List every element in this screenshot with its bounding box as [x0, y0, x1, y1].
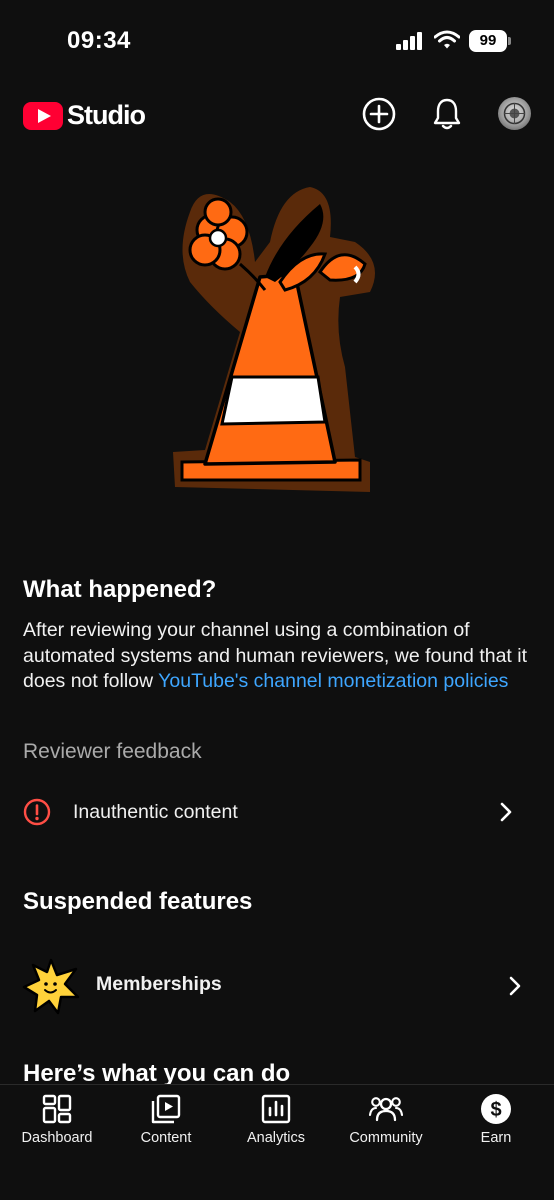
chevron-right-icon — [509, 976, 521, 996]
what-happened-body: After reviewing your channel using a com… — [23, 618, 533, 695]
membership-star-icon — [22, 958, 80, 1015]
community-icon — [368, 1097, 404, 1122]
nav-community-label: Community — [349, 1130, 423, 1146]
nav-content-label: Content — [140, 1130, 192, 1146]
status-bar: 09:34 99 — [0, 0, 554, 80]
channel-avatar[interactable] — [498, 97, 531, 130]
bottom-navigation: Dashboard Content Analytics Community $ — [0, 1084, 554, 1200]
traffic-cone-illustration — [173, 187, 375, 492]
cellular-signal-icon — [396, 32, 422, 50]
create-plus-icon[interactable] — [361, 96, 397, 132]
youtube-play-icon — [23, 101, 63, 130]
memberships-row[interactable]: Memberships — [0, 955, 554, 1017]
earn-icon: $ — [481, 1094, 511, 1124]
reviewer-feedback-heading: Reviewer feedback — [23, 740, 202, 763]
chevron-right-icon — [500, 802, 512, 822]
status-time: 09:34 — [67, 27, 131, 54]
svg-text:$: $ — [490, 1099, 501, 1121]
nav-dashboard-label: Dashboard — [21, 1130, 93, 1146]
avatar-emblem-icon — [503, 102, 526, 125]
nav-earn-label: Earn — [480, 1130, 512, 1146]
app-header: Studio — [0, 90, 554, 140]
battery-tip — [508, 37, 511, 45]
nav-earn[interactable]: $ Earn — [446, 1093, 546, 1146]
suspended-features-title: Suspended features — [23, 888, 253, 915]
reviewer-feedback-row[interactable]: Inauthentic content — [0, 790, 554, 834]
app-name: Studio — [67, 100, 146, 130]
wifi-icon — [434, 30, 460, 49]
content-icon — [151, 1094, 181, 1124]
nav-analytics[interactable]: Analytics — [226, 1093, 326, 1146]
notifications-bell-icon[interactable] — [429, 96, 465, 132]
alert-circle-icon — [23, 798, 51, 826]
nav-content[interactable]: Content — [116, 1093, 216, 1146]
nav-community[interactable]: Community — [336, 1093, 436, 1146]
memberships-label: Memberships — [96, 973, 222, 995]
dashboard-icon — [42, 1094, 72, 1124]
monetization-policies-link[interactable]: YouTube's channel monetization policies — [158, 670, 508, 692]
nav-analytics-label: Analytics — [246, 1130, 306, 1146]
analytics-icon — [261, 1094, 291, 1124]
youtube-studio-logo[interactable]: Studio — [23, 100, 146, 131]
battery-indicator: 99 — [469, 30, 507, 52]
what-happened-title: What happened? — [23, 576, 217, 603]
inauthentic-content-label: Inauthentic content — [73, 801, 238, 823]
nav-dashboard[interactable]: Dashboard — [7, 1093, 107, 1146]
